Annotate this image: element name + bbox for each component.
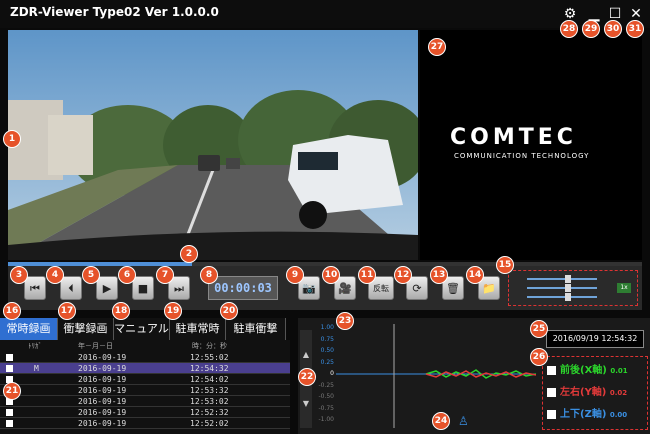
tab-impact[interactable]: 衝撃録画 bbox=[58, 318, 114, 340]
dashcam-frame-image bbox=[8, 30, 418, 260]
legend-checkbox bbox=[547, 409, 556, 419]
badge-19: 19 bbox=[164, 302, 182, 320]
graph-datetime: 2016/09/19 12:54:32 bbox=[546, 330, 644, 348]
badge-23: 23 bbox=[336, 312, 354, 330]
scroll-down-icon: ▼ bbox=[302, 399, 310, 408]
legend-x-axis[interactable]: 前後(X軸) 0.01 bbox=[547, 361, 628, 381]
graph-cursor-icon[interactable]: ♙ bbox=[458, 414, 469, 428]
badge-9: 9 bbox=[286, 266, 304, 284]
badge-16: 16 bbox=[3, 302, 21, 320]
y-tick: 0.50 bbox=[320, 347, 334, 354]
comtec-logo: COMTEC bbox=[450, 125, 577, 150]
badge-4: 4 bbox=[46, 266, 64, 284]
prev-frame-button[interactable]: ⏴ bbox=[60, 276, 82, 300]
badge-21: 21 bbox=[3, 382, 21, 400]
brand-subtitle: COMMUNICATION TECHNOLOGY bbox=[454, 152, 590, 160]
col-time: 時：分：秒 bbox=[192, 342, 227, 350]
badge-11: 11 bbox=[358, 266, 376, 284]
app-title: ZDR-Viewer Type02 Ver 1.0.0.0 bbox=[10, 5, 219, 19]
legend-checkbox bbox=[547, 387, 556, 397]
badge-25: 25 bbox=[530, 320, 548, 338]
speed-value: 1x bbox=[617, 283, 631, 293]
y-tick: -1.00 bbox=[318, 416, 334, 423]
col-date: 年－月－日 bbox=[78, 342, 113, 350]
tab-continuous[interactable]: 常時録画 bbox=[0, 318, 58, 340]
speed-slider[interactable] bbox=[527, 293, 597, 301]
file-list: ﾄﾘｶﾞ 年－月－日 時：分：秒 2016-09-19 12:55:02 M 201… bbox=[0, 340, 290, 434]
badge-3: 3 bbox=[10, 266, 28, 284]
brand-panel: COMTEC COMMUNICATION TECHNOLOGY bbox=[420, 30, 642, 260]
col-trigger: ﾄﾘｶﾞ bbox=[28, 342, 42, 350]
badge-8: 8 bbox=[200, 266, 218, 284]
skip-back-button[interactable]: ⏮ bbox=[24, 276, 46, 300]
badge-10: 10 bbox=[322, 266, 340, 284]
badge-24: 24 bbox=[432, 412, 450, 430]
table-row[interactable]: 2016-09-19 12:55:02 bbox=[0, 352, 290, 363]
badge-26: 26 bbox=[530, 348, 548, 366]
badge-14: 14 bbox=[466, 266, 484, 284]
badge-1: 1 bbox=[3, 130, 21, 148]
legend-z-axis[interactable]: 上下(Z軸) 0.00 bbox=[547, 405, 627, 425]
table-row[interactable]: M 2016-09-19 12:54:32 bbox=[0, 363, 290, 374]
badge-5: 5 bbox=[82, 266, 100, 284]
badge-27: 27 bbox=[428, 38, 446, 56]
y-tick: 0.25 bbox=[320, 358, 334, 366]
tab-parking-impact[interactable]: 駐車衝撃 bbox=[226, 318, 286, 340]
time-display: 00:00:03 bbox=[208, 276, 278, 300]
badge-28: 28 bbox=[560, 20, 578, 38]
y-tick: -0.25 bbox=[318, 381, 334, 389]
scroll-up-icon: ▲ bbox=[302, 350, 310, 359]
y-tick: 0.75 bbox=[320, 335, 334, 343]
badge-6: 6 bbox=[118, 266, 136, 284]
table-row[interactable]: 2016-09-19 12:52:32 bbox=[0, 407, 290, 418]
y-tick: -0.75 bbox=[318, 404, 334, 412]
badge-22: 22 bbox=[298, 368, 316, 386]
recording-tabs: 常時録画 衝撃録画 マニュアル 駐車常時 駐車衝撃 bbox=[0, 318, 290, 340]
table-row[interactable]: 2016-09-19 12:53:02 bbox=[0, 396, 290, 407]
table-row[interactable]: 2016-09-19 12:54:02 bbox=[0, 374, 290, 385]
y-tick: -0.50 bbox=[318, 393, 334, 400]
brightness-slider[interactable] bbox=[527, 284, 597, 292]
badge-2: 2 bbox=[180, 245, 198, 263]
legend-y-axis[interactable]: 左右(Y軸) 0.02 bbox=[547, 383, 627, 403]
adjustment-sliders: 1x bbox=[508, 270, 638, 306]
video-player[interactable] bbox=[8, 30, 418, 260]
badge-30: 30 bbox=[604, 20, 622, 38]
badge-15: 15 bbox=[496, 256, 514, 274]
play-button[interactable]: ▶ bbox=[96, 276, 118, 300]
badge-18: 18 bbox=[112, 302, 130, 320]
title-bar: ZDR-Viewer Type02 Ver 1.0.0.0 ⚙ ▁ ☐ ✕ bbox=[0, 0, 650, 28]
badge-12: 12 bbox=[394, 266, 412, 284]
tab-parking-continuous[interactable]: 駐車常時 bbox=[170, 318, 226, 340]
table-row[interactable]: 2016-09-19 12:52:02 bbox=[0, 418, 290, 429]
stop-button[interactable]: ■ bbox=[132, 276, 154, 300]
volume-slider[interactable] bbox=[527, 275, 597, 283]
badge-31: 31 bbox=[626, 20, 644, 38]
legend-checkbox bbox=[547, 365, 556, 375]
y-tick: 1.00 bbox=[320, 324, 334, 331]
badge-13: 13 bbox=[430, 266, 448, 284]
badge-17: 17 bbox=[58, 302, 76, 320]
badge-7: 7 bbox=[156, 266, 174, 284]
axis-legend: 前後(X軸) 0.01 左右(Y軸) 0.02 上下(Z軸) 0.00 bbox=[542, 356, 648, 430]
badge-20: 20 bbox=[220, 302, 238, 320]
table-row[interactable]: 2016-09-19 12:53:32 bbox=[0, 385, 290, 396]
badge-29: 29 bbox=[582, 20, 600, 38]
tab-manual[interactable]: マニュアル bbox=[114, 318, 170, 340]
